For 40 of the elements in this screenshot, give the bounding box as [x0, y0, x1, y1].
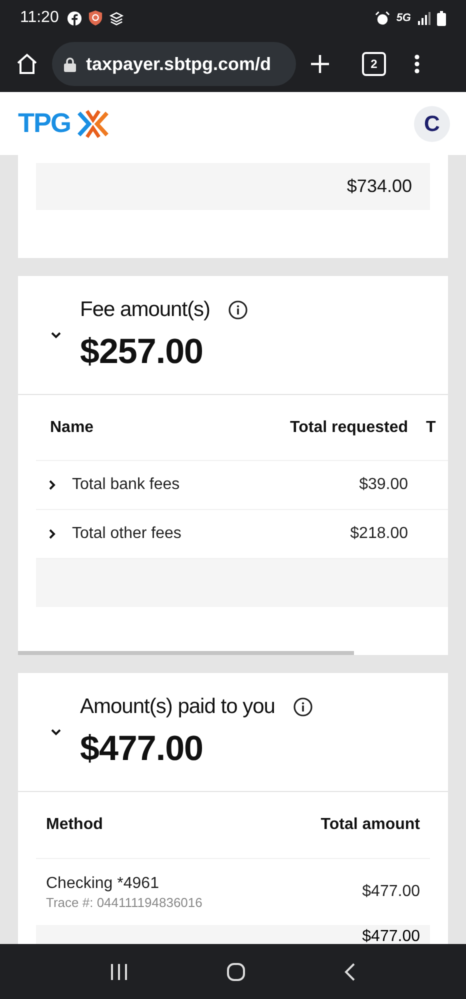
column-header: Method [46, 816, 103, 834]
back-icon[interactable] [344, 962, 356, 980]
section-title: Fee amount(s) [80, 298, 210, 322]
fee-amount: $39.00 [358, 476, 408, 494]
paid-total: $477.00 [80, 729, 204, 769]
info-icon[interactable] [292, 697, 313, 717]
home-button-icon[interactable] [226, 962, 245, 980]
tab-count-button[interactable]: 2 [362, 52, 386, 76]
scrollbar[interactable] [18, 651, 354, 655]
signal-icon [417, 11, 431, 25]
fee-name: Total bank fees [72, 476, 181, 494]
cross-arrows-icon [76, 108, 109, 138]
battery-icon [437, 10, 446, 26]
address-bar[interactable]: taxpayer.sbtpg.com/d [52, 42, 296, 86]
network-type: 5G [396, 12, 411, 24]
home-icon[interactable] [16, 53, 38, 75]
menu-icon[interactable] [414, 54, 420, 74]
column-header: T [425, 418, 437, 436]
alarm-icon [375, 10, 390, 26]
trace-number: Trace #: 044111194836016 [46, 894, 202, 910]
column-header: Name [49, 418, 95, 436]
info-icon[interactable] [228, 300, 248, 320]
payment-amount: $477.00 [362, 883, 420, 901]
circle-f-icon [66, 10, 82, 26]
recents-icon[interactable] [110, 964, 128, 980]
lock-icon [64, 56, 76, 72]
total-amount: $734.00 [36, 163, 430, 210]
fee-name: Total other fees [72, 525, 182, 543]
avatar[interactable]: C [414, 106, 450, 142]
plus-icon[interactable] [310, 54, 330, 74]
section-title: Amount(s) paid to you [80, 695, 275, 719]
shield-icon [88, 10, 103, 26]
total-amount: $477.00 [362, 928, 420, 944]
fee-total: $257.00 [80, 332, 204, 372]
layers-icon [108, 10, 124, 26]
clock-time: 11:20 [20, 9, 59, 27]
fee-amount: $218.00 [349, 525, 408, 543]
column-header: Total amount [320, 816, 420, 834]
column-header: Total requested [289, 418, 408, 436]
payment-method: Checking *4961 [46, 874, 160, 892]
